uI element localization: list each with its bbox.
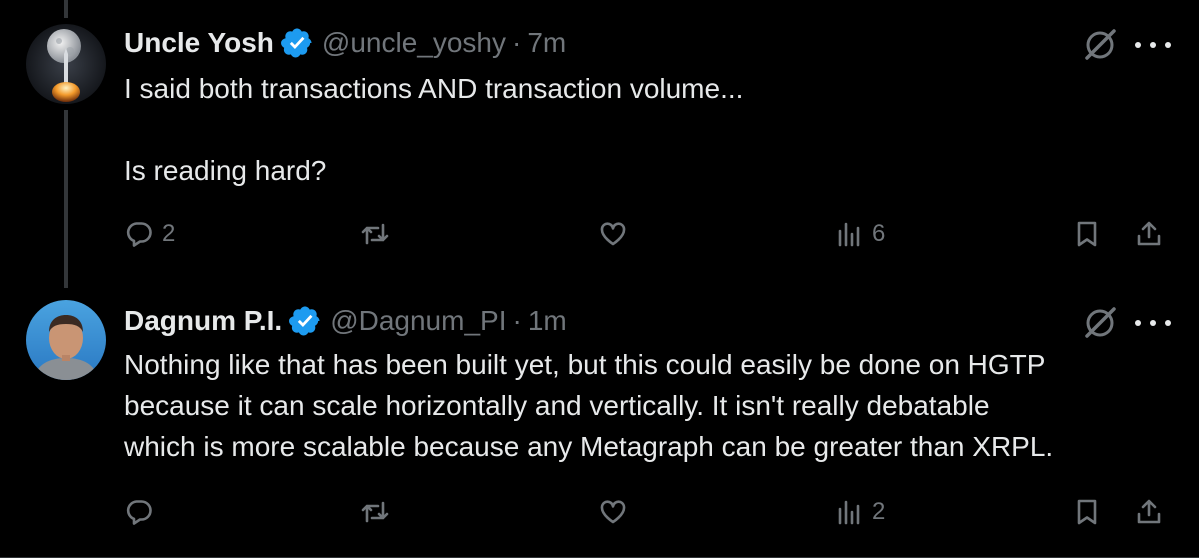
views-icon	[838, 222, 860, 247]
verified-badge-icon	[288, 304, 322, 338]
share-icon	[1137, 499, 1161, 524]
tweet[interactable]: Dagnum P.I. @Dagnum_PI · 1m Nothing like…	[0, 290, 1199, 558]
avatar-moon-rocket-icon	[26, 24, 106, 104]
user-handle[interactable]: @uncle_yoshy	[322, 27, 506, 59]
avatar[interactable]	[26, 300, 106, 380]
heart-icon	[600, 500, 626, 524]
display-name[interactable]: Uncle Yosh	[124, 27, 274, 59]
grok-icon[interactable]	[1081, 304, 1119, 342]
tweet[interactable]: Uncle Yosh @uncle_yoshy · 7m I said both…	[0, 0, 1199, 290]
retweet-button[interactable]	[360, 492, 398, 532]
reply-button[interactable]	[124, 492, 162, 532]
heart-icon	[600, 222, 626, 246]
retweet-icon	[361, 223, 389, 245]
share-button[interactable]	[1134, 492, 1164, 532]
view-count: 6	[872, 220, 886, 247]
display-name[interactable]: Dagnum P.I.	[124, 305, 282, 337]
user-handle[interactable]: @Dagnum_PI	[330, 305, 506, 337]
retweet-button[interactable]	[360, 214, 398, 254]
action-bar: 2	[124, 492, 1170, 532]
more-options-icon[interactable]	[1135, 37, 1171, 53]
more-options-icon[interactable]	[1135, 315, 1171, 331]
tweet-text-line: I said both transactions AND transaction…	[124, 73, 744, 104]
bookmark-button[interactable]	[1072, 492, 1102, 532]
avatar-portrait-icon	[26, 300, 106, 380]
verified-badge-icon	[280, 26, 314, 60]
bookmark-icon	[1077, 499, 1097, 525]
timestamp[interactable]: 7m	[527, 27, 566, 59]
like-button[interactable]	[598, 492, 636, 532]
like-button[interactable]	[598, 214, 636, 254]
bookmark-button[interactable]	[1072, 214, 1102, 254]
tweet-text-line: because it can scale horizontally and ve…	[124, 390, 990, 421]
tweet-text-line: which is more scalable because any Metag…	[124, 431, 1054, 462]
tweet-header: Uncle Yosh @uncle_yoshy · 7m	[124, 26, 566, 60]
share-button[interactable]	[1134, 214, 1164, 254]
tweet-text-line: Nothing like that has been built yet, bu…	[124, 349, 1046, 380]
reply-count: 2	[162, 220, 176, 247]
bookmark-icon	[1077, 221, 1097, 247]
tweet-header: Dagnum P.I. @Dagnum_PI · 1m	[124, 304, 567, 338]
retweet-icon	[361, 501, 389, 523]
reply-icon	[126, 222, 152, 247]
avatar[interactable]	[26, 24, 106, 104]
reply-icon	[126, 500, 152, 525]
views-icon	[838, 500, 860, 525]
tweet-text: Nothing like that has been built yet, bu…	[124, 344, 1164, 467]
timestamp[interactable]: 1m	[528, 305, 567, 337]
grok-icon[interactable]	[1081, 26, 1119, 64]
tweet-text-line: Is reading hard?	[124, 155, 327, 186]
views-button[interactable]: 2	[834, 492, 885, 532]
reply-button[interactable]: 2	[124, 214, 175, 254]
separator-dot: ·	[511, 27, 522, 58]
separator-dot: ·	[512, 305, 522, 336]
share-icon	[1137, 221, 1161, 246]
tweet-text: I said both transactions AND transaction…	[124, 68, 1164, 191]
views-button[interactable]: 6	[834, 214, 885, 254]
action-bar: 2 6	[124, 214, 1170, 254]
view-count: 2	[872, 498, 886, 525]
